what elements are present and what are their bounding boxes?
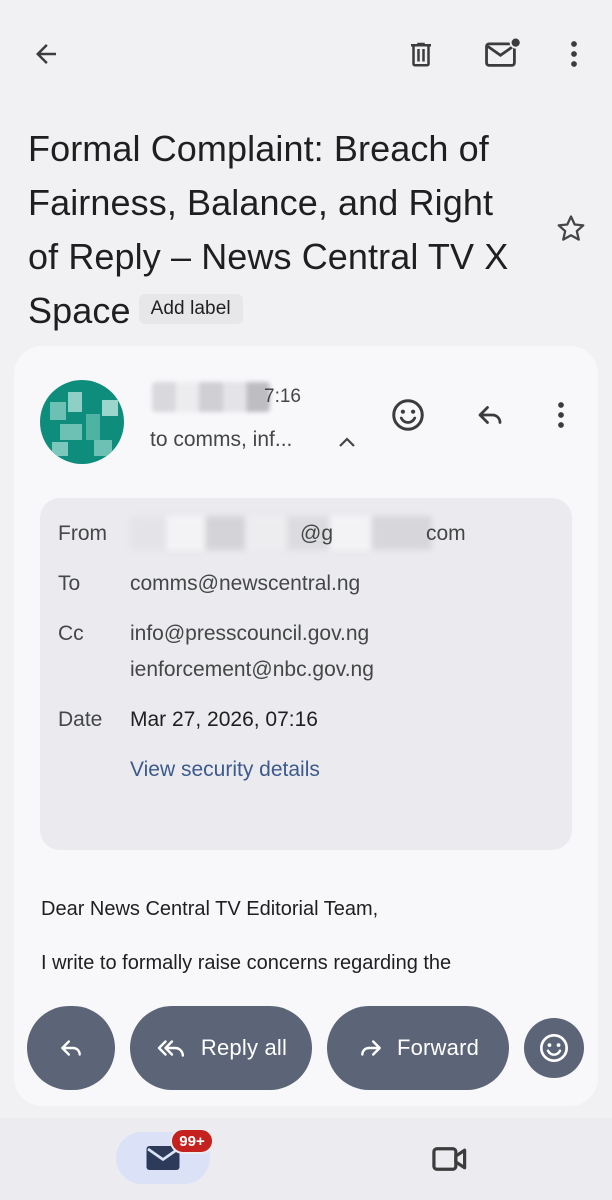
star-outline-icon <box>557 215 585 241</box>
subject-line-last: Space Add label <box>28 284 528 338</box>
collapse-details-button[interactable] <box>332 428 362 456</box>
forward-icon <box>361 1040 381 1056</box>
to-address[interactable]: comms@newscentral.ng <box>130 572 360 596</box>
recipients-summary[interactable]: to comms, inf... <box>150 428 292 452</box>
arrow-left-icon <box>36 44 56 64</box>
cc-label: Cc <box>58 622 84 645</box>
view-security-details-link[interactable]: View security details <box>130 758 320 782</box>
reply-icon <box>478 406 502 424</box>
subject-line: Formal Complaint: Breach of <box>28 128 489 169</box>
email-body-greeting: Dear News Central TV Editorial Team, <box>41 898 379 920</box>
from-label: From <box>58 522 107 545</box>
subject-line: Space <box>28 290 131 331</box>
email-subject: Formal Complaint: Breach of Fairness, Ba… <box>28 122 528 338</box>
bottom-navigation <box>0 1118 612 1200</box>
reply-button[interactable] <box>466 392 514 438</box>
reply-all-label: Reply all <box>200 1035 288 1060</box>
reply-all-button[interactable]: Reply all <box>130 1006 312 1090</box>
more-vertical-icon <box>558 402 564 428</box>
date-label: Date <box>58 708 103 731</box>
sender-avatar[interactable] <box>40 380 124 464</box>
chevron-up-icon <box>339 437 355 447</box>
video-camera-icon <box>432 1147 467 1171</box>
star-button[interactable] <box>550 208 592 250</box>
email-body-paragraph: I write to formally raise concerns regar… <box>41 952 452 974</box>
message-more-button[interactable] <box>544 392 578 438</box>
sender-name-redacted <box>152 382 270 412</box>
trash-icon <box>411 42 431 67</box>
reply-pill-button[interactable] <box>27 1006 115 1090</box>
mail-unread-icon <box>485 37 522 67</box>
forward-button[interactable]: Forward <box>327 1006 509 1090</box>
subject-line: Fairness, Balance, and Right <box>28 182 494 223</box>
message-time: 7:16 <box>264 386 301 407</box>
emoji-reaction-button[interactable] <box>524 1018 584 1078</box>
from-address-partial: @g <box>300 522 333 545</box>
react-emoji-button[interactable] <box>384 392 432 438</box>
delete-button[interactable] <box>398 34 444 74</box>
reply-icon <box>61 1040 81 1056</box>
emoji-icon <box>392 399 424 431</box>
nav-meet-tab[interactable] <box>420 1136 480 1182</box>
emoji-icon <box>540 1034 568 1062</box>
unread-count-badge: 99+ <box>170 1128 214 1154</box>
back-button[interactable] <box>22 34 70 74</box>
reply-all-icon <box>157 1040 184 1057</box>
date-value: Mar 27, 2026, 07:16 <box>130 708 318 731</box>
from-address-tail: com <box>426 522 466 545</box>
forward-label: Forward <box>396 1035 480 1060</box>
cc-address[interactable]: ienforcement@nbc.gov.ng <box>130 658 374 682</box>
mark-unread-button[interactable] <box>478 34 528 74</box>
add-label-chip[interactable]: Add label <box>138 294 243 325</box>
more-vertical-icon <box>571 41 577 67</box>
to-label: To <box>58 572 81 595</box>
subject-line: of Reply – News Central TV X <box>28 236 509 277</box>
cc-address[interactable]: info@presscouncil.gov.ng <box>130 622 369 646</box>
more-options-button[interactable] <box>556 34 592 74</box>
from-address-redacted <box>130 516 432 550</box>
